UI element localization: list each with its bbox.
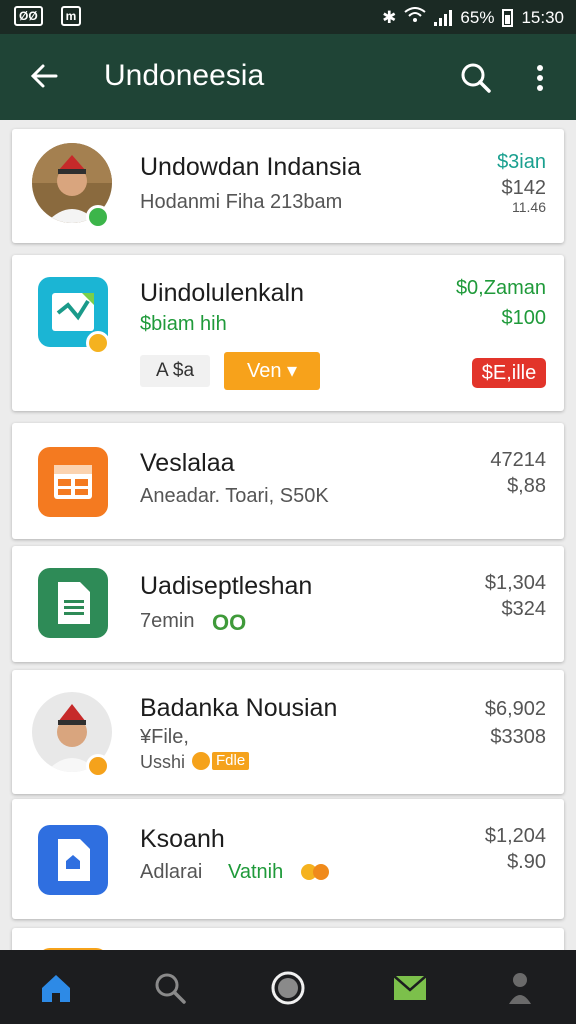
item-amount: $0,Zaman xyxy=(455,277,546,299)
notification-badge: ØØ xyxy=(14,6,43,26)
item-subtitle: 7emin xyxy=(140,610,195,632)
item-amount: 47214 xyxy=(490,449,546,471)
item-amount-secondary: $3308 xyxy=(490,726,546,748)
item-name: Badanka Nousian xyxy=(140,694,338,722)
clock: 15:30 xyxy=(521,7,564,27)
home-icon[interactable] xyxy=(36,968,76,1008)
bluetooth-icon: ✱ xyxy=(382,7,397,27)
back-arrow-icon[interactable] xyxy=(26,58,62,94)
bottom-navigation xyxy=(0,950,576,1024)
item-amount-secondary: $.90 xyxy=(507,851,546,873)
list-item[interactable]: Uadiseptleshan 7emin OO $1,304 $324 xyxy=(12,546,564,662)
app-bar: Undoneesia xyxy=(0,34,576,120)
item-subtitle-secondary: Usshi xyxy=(140,752,186,772)
calendar-app-icon xyxy=(38,447,108,517)
item-name: Uadiseptleshan xyxy=(140,572,313,600)
item-subtitle-highlight: Vatnih xyxy=(228,861,284,883)
status-dot-icon xyxy=(86,754,110,778)
item-subtitle: $biam hih xyxy=(140,313,227,335)
item-subtitle: Adlarai xyxy=(140,861,203,883)
item-subtitle: Aneadar. Toari, S50K xyxy=(140,485,329,507)
profile-icon[interactable] xyxy=(500,968,540,1008)
coins-icon xyxy=(300,863,330,881)
item-subtitle: ¥File, xyxy=(140,726,189,748)
search-icon[interactable] xyxy=(458,60,494,96)
item-amount-secondary: $100 xyxy=(501,307,547,329)
search-icon[interactable] xyxy=(150,968,190,1008)
dropdown-button[interactable]: Ven ▾ xyxy=(224,352,320,390)
list-item[interactable]: Ksoanh Adlarai Vatnih $1,204 $.90 xyxy=(12,799,564,919)
infinity-icon: OO xyxy=(212,610,247,635)
list-item[interactable]: Badanka Nousian ¥File, Usshi Fdle $6,902… xyxy=(12,670,564,794)
item-name: Undowdan Indansia xyxy=(140,153,361,181)
secondary-button[interactable]: A $a xyxy=(140,355,210,387)
status-right: ✱ 65% 15:30 xyxy=(382,7,564,28)
item-subtitle: Hodanmi Fiha 213bam xyxy=(140,191,343,213)
wifi-icon xyxy=(404,7,427,28)
online-status-icon xyxy=(86,205,110,229)
item-amount-secondary: $,88 xyxy=(507,475,546,497)
file-chip[interactable]: $E,ille xyxy=(472,358,546,388)
mail-icon[interactable] xyxy=(390,968,430,1008)
item-amount: $1,304 xyxy=(484,572,546,594)
item-amount-secondary: $142 xyxy=(501,177,547,199)
warning-icon xyxy=(192,752,210,770)
status-bar: ØØ m ✱ 65% 15:30 xyxy=(0,0,576,34)
battery-icon xyxy=(502,8,514,27)
item-amount: $1,204 xyxy=(484,825,546,847)
item-name: Veslalaa xyxy=(140,449,235,477)
status-left: ØØ m xyxy=(14,6,82,26)
page-title: Undoneesia xyxy=(104,59,265,92)
circle-icon[interactable] xyxy=(268,968,308,1008)
document-app-icon xyxy=(38,568,108,638)
item-name: Ksoanh xyxy=(140,825,225,853)
more-options-icon[interactable] xyxy=(524,60,556,96)
item-amount: $6,902 xyxy=(484,698,546,720)
signal-icon xyxy=(434,9,453,26)
item-amount: $3ian xyxy=(497,151,546,173)
battery-percent: 65% xyxy=(460,7,495,27)
list-item[interactable]: Veslalaa Aneadar. Toari, S50K 47214 $,88 xyxy=(12,423,564,539)
list-item[interactable]: Uindolulenkaln $biam hih A $a Ven ▾ $0,Z… xyxy=(12,255,564,411)
file-tag: Fdle xyxy=(212,752,250,770)
item-name: Uindolulenkaln xyxy=(140,279,305,307)
status-dot-icon xyxy=(86,331,110,355)
item-amount-secondary: $324 xyxy=(501,598,547,620)
list-item[interactable]: Undowdan Indansia Hodanmi Fiha 213bam $3… xyxy=(12,129,564,243)
gallery-notification-icon: m xyxy=(60,6,82,26)
item-amount-tertiary: 11.46 xyxy=(512,199,546,215)
file-manager-app-icon xyxy=(38,825,108,895)
